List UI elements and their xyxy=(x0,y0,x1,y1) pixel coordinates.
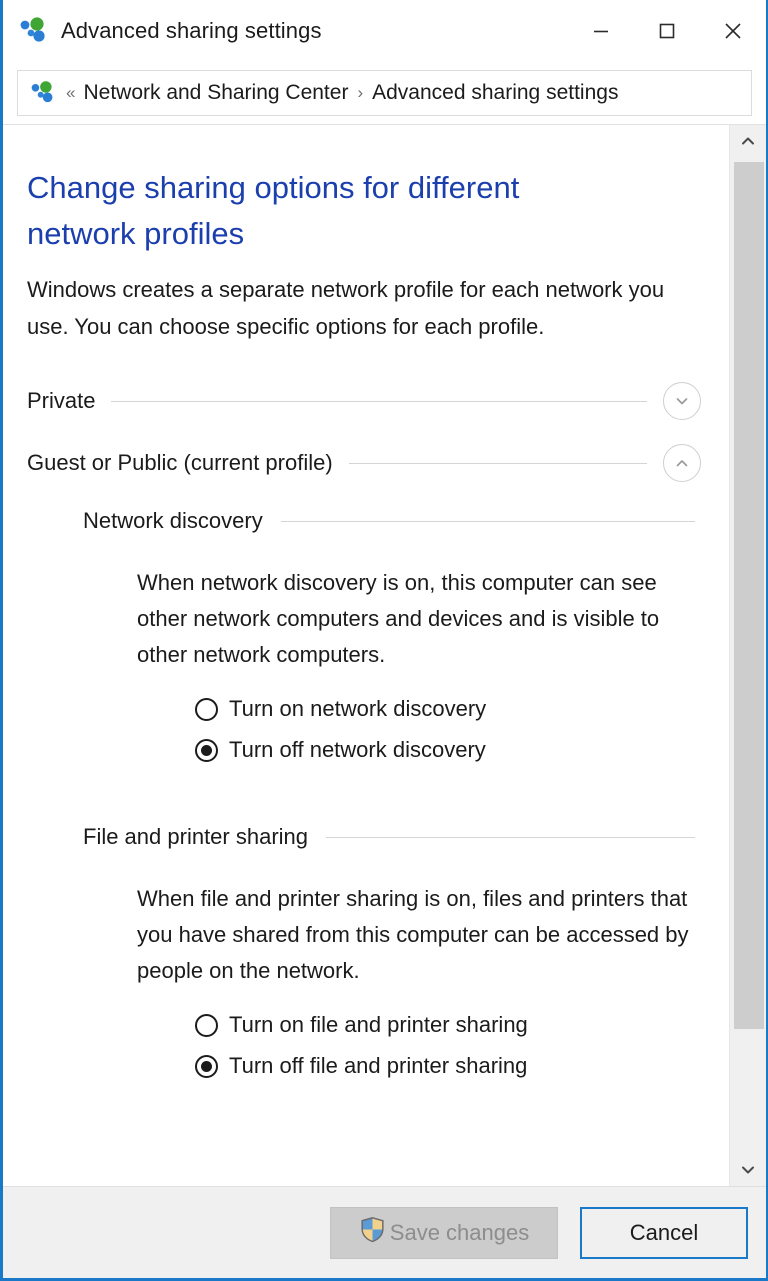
radio-turn-off-file-and-printer-sharing[interactable]: Turn off file and printer sharing xyxy=(195,1046,701,1086)
radio-mark xyxy=(195,738,218,762)
chevron-up-icon[interactable] xyxy=(663,444,701,482)
content-area: Change sharing options for different net… xyxy=(3,125,766,1186)
subsection-file-and-printer-sharing: File and printer sharing When file and p… xyxy=(83,813,701,1086)
radio-label: Turn off network discovery xyxy=(229,737,486,762)
subsection-header: File and printer sharing xyxy=(83,813,701,861)
chevron-down-icon[interactable] xyxy=(663,382,701,420)
title-bar: Advanced sharing settings xyxy=(3,0,766,62)
scrollbar-track[interactable] xyxy=(730,157,766,1154)
subsection-network-discovery: Network discovery When network discovery… xyxy=(83,497,701,770)
advanced-sharing-settings-window: Advanced sharing settings « Network and … xyxy=(0,0,768,1281)
scroll-up-icon[interactable] xyxy=(730,125,766,157)
subsection-description-file-and-printer-sharing: When file and printer sharing is on, fil… xyxy=(137,886,689,983)
network-sharing-icon xyxy=(30,80,60,106)
intro-text: Windows creates a separate network profi… xyxy=(27,277,665,339)
radio-mark xyxy=(195,1013,218,1037)
radio-turn-on-file-and-printer-sharing[interactable]: Turn on file and printer sharing xyxy=(195,1005,701,1045)
page-title: Change sharing options for different net… xyxy=(27,170,520,251)
cancel-label: Cancel xyxy=(629,1219,699,1245)
network-sharing-icon xyxy=(19,16,53,46)
divider xyxy=(348,462,647,464)
maximize-icon[interactable] xyxy=(634,0,700,62)
subsection-label-network-discovery: Network discovery xyxy=(83,508,263,533)
breadcrumb[interactable]: « Network and Sharing Center › Advanced … xyxy=(17,70,752,116)
window-controls xyxy=(568,0,766,62)
subsection-description-network-discovery: When network discovery is on, this compu… xyxy=(137,570,660,667)
cancel-button[interactable]: Cancel xyxy=(580,1206,748,1259)
breadcrumb-back-icon[interactable]: « xyxy=(66,83,75,103)
divider xyxy=(326,836,695,838)
scroll-down-icon[interactable] xyxy=(730,1154,766,1186)
radio-turn-on-network-discovery[interactable]: Turn on network discovery xyxy=(195,689,701,729)
save-changes-label: Save changes xyxy=(389,1219,530,1245)
radio-mark xyxy=(195,697,218,721)
radio-turn-off-network-discovery[interactable]: Turn off network discovery xyxy=(195,730,701,770)
subsection-label-file-and-printer-sharing: File and printer sharing xyxy=(83,824,309,849)
scrollbar-thumb[interactable] xyxy=(734,161,764,1030)
address-bar-container: « Network and Sharing Center › Advanced … xyxy=(3,62,766,124)
profile-section-guest-or-public[interactable]: Guest or Public (current profile) xyxy=(27,435,701,491)
profile-label-private: Private xyxy=(27,388,96,413)
vertical-scrollbar[interactable] xyxy=(729,125,766,1186)
divider xyxy=(111,400,647,402)
radio-label: Turn on network discovery xyxy=(229,696,487,721)
save-changes-button[interactable]: Save changes xyxy=(330,1206,558,1259)
subsection-header: Network discovery xyxy=(83,497,701,545)
close-icon[interactable] xyxy=(700,0,766,62)
radio-group-file-and-printer-sharing: Turn on file and printer sharing Turn of… xyxy=(195,1005,701,1086)
divider xyxy=(280,520,695,522)
chevron-right-icon: › xyxy=(357,83,364,102)
dialog-footer: Save changes Cancel xyxy=(3,1186,766,1278)
radio-mark xyxy=(195,1054,218,1078)
breadcrumb-item-network-and-sharing-center[interactable]: Network and Sharing Center xyxy=(83,81,348,105)
profile-label-guest-or-public: Guest or Public (current profile) xyxy=(27,450,333,475)
uac-shield-icon xyxy=(359,1216,386,1249)
window-title: Advanced sharing settings xyxy=(61,18,322,43)
profile-section-private[interactable]: Private xyxy=(27,373,701,429)
radio-label: Turn on file and printer sharing xyxy=(229,1012,528,1037)
radio-label: Turn off file and printer sharing xyxy=(229,1053,528,1078)
breadcrumb-item-advanced-sharing-settings[interactable]: Advanced sharing settings xyxy=(372,81,618,105)
radio-group-network-discovery: Turn on network discovery Turn off netwo… xyxy=(195,689,701,770)
settings-content: Change sharing options for different net… xyxy=(3,125,729,1186)
minimize-icon[interactable] xyxy=(568,0,634,62)
